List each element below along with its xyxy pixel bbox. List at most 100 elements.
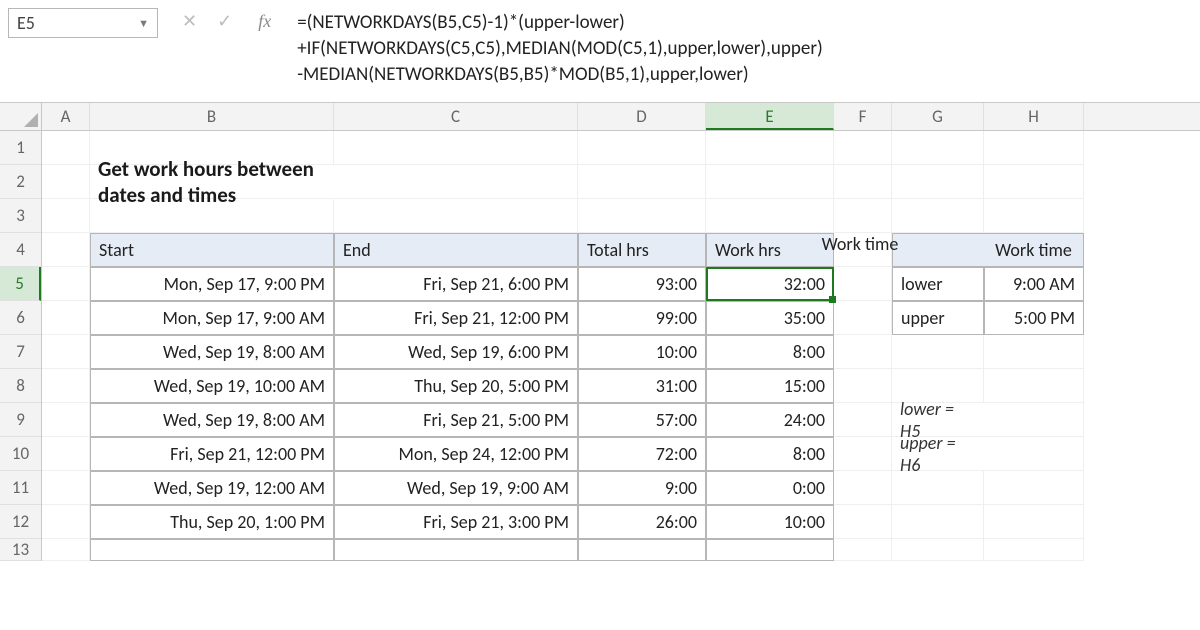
- cell[interactable]: [42, 369, 90, 403]
- worktime-upper-label[interactable]: upper: [892, 301, 984, 335]
- header-total[interactable]: Total hrs: [578, 233, 706, 267]
- cell[interactable]: [834, 233, 892, 267]
- cell-total[interactable]: 26:00: [578, 505, 706, 539]
- cell-total[interactable]: 72:00: [578, 437, 706, 471]
- cell[interactable]: [984, 369, 1084, 403]
- col-header-C[interactable]: C: [334, 103, 578, 130]
- cell[interactable]: [706, 165, 834, 199]
- row-header-3[interactable]: 3: [0, 199, 41, 233]
- cell[interactable]: [42, 233, 90, 267]
- cell[interactable]: [706, 539, 834, 561]
- row-header-6[interactable]: 6: [0, 301, 41, 335]
- cell[interactable]: [42, 131, 90, 165]
- row-header-2[interactable]: 2: [0, 165, 41, 199]
- cell-end[interactable]: Wed, Sep 19, 9:00 AM: [334, 471, 578, 505]
- col-header-D[interactable]: D: [578, 103, 706, 130]
- cell[interactable]: [334, 165, 578, 199]
- cell[interactable]: [42, 165, 90, 199]
- cell-start[interactable]: Thu, Sep 20, 1:00 PM: [90, 505, 334, 539]
- cell-work[interactable]: 15:00: [706, 369, 834, 403]
- cell[interactable]: [42, 335, 90, 369]
- page-title[interactable]: Get work hours between dates and times: [90, 165, 334, 199]
- worktime-upper-val[interactable]: 5:00 PM: [984, 301, 1084, 335]
- cell[interactable]: [834, 335, 892, 369]
- cell-start[interactable]: Wed, Sep 19, 8:00 AM: [90, 403, 334, 437]
- cell[interactable]: [892, 165, 984, 199]
- cell[interactable]: [892, 199, 984, 233]
- row-header-5[interactable]: 5: [0, 267, 41, 301]
- cell-start[interactable]: Fri, Sep 21, 12:00 PM: [90, 437, 334, 471]
- cell[interactable]: [892, 471, 984, 505]
- cell-end[interactable]: Fri, Sep 21, 12:00 PM: [334, 301, 578, 335]
- col-header-B[interactable]: B: [90, 103, 334, 130]
- cell[interactable]: [90, 539, 334, 561]
- cell-work[interactable]: 8:00: [706, 437, 834, 471]
- cell[interactable]: [42, 301, 90, 335]
- cell-start[interactable]: Mon, Sep 17, 9:00 PM: [90, 267, 334, 301]
- cell[interactable]: [334, 131, 578, 165]
- cell[interactable]: [42, 505, 90, 539]
- header-end[interactable]: End: [334, 233, 578, 267]
- cell[interactable]: [706, 131, 834, 165]
- cell-start[interactable]: Mon, Sep 17, 9:00 AM: [90, 301, 334, 335]
- cell[interactable]: [834, 267, 892, 301]
- cell-start[interactable]: Wed, Sep 19, 8:00 AM: [90, 335, 334, 369]
- formula-input[interactable]: =(NETWORKDAYS(B5,C5)-1)*(upper-lower) +I…: [291, 8, 1192, 90]
- cell[interactable]: [892, 539, 984, 561]
- worktime-lower-val[interactable]: 9:00 AM: [984, 267, 1084, 301]
- cell[interactable]: [834, 471, 892, 505]
- cell[interactable]: [834, 199, 892, 233]
- cancel-icon[interactable]: ✕: [182, 10, 197, 32]
- col-header-H[interactable]: H: [984, 103, 1084, 130]
- cell-end[interactable]: Mon, Sep 24, 12:00 PM: [334, 437, 578, 471]
- cell-end[interactable]: Fri, Sep 21, 3:00 PM: [334, 505, 578, 539]
- col-header-E[interactable]: E: [706, 103, 834, 130]
- cell-work[interactable]: 35:00: [706, 301, 834, 335]
- cell[interactable]: [984, 335, 1084, 369]
- select-all-corner[interactable]: [0, 103, 42, 130]
- col-header-F[interactable]: F: [834, 103, 892, 130]
- worktime-header2[interactable]: Work time: [984, 233, 1084, 267]
- cell[interactable]: [984, 131, 1084, 165]
- cell[interactable]: [984, 505, 1084, 539]
- fx-icon[interactable]: fx: [258, 11, 271, 32]
- cells-area[interactable]: Get work hours between dates and times S…: [42, 131, 1200, 561]
- cell[interactable]: [334, 539, 578, 561]
- dropdown-icon[interactable]: ▼: [138, 17, 149, 30]
- cell[interactable]: [90, 199, 334, 233]
- cell[interactable]: [578, 539, 706, 561]
- cell-total[interactable]: 99:00: [578, 301, 706, 335]
- note-upper[interactable]: upper = H6: [892, 437, 984, 471]
- cell[interactable]: [42, 199, 90, 233]
- cell[interactable]: [42, 437, 90, 471]
- cell-total[interactable]: 10:00: [578, 335, 706, 369]
- row-header-13[interactable]: 13: [0, 539, 41, 561]
- row-header-10[interactable]: 10: [0, 437, 41, 471]
- cell[interactable]: [834, 403, 892, 437]
- cell[interactable]: [984, 437, 1084, 471]
- worktime-lower-label[interactable]: lower: [892, 267, 984, 301]
- cell[interactable]: [578, 131, 706, 165]
- cell[interactable]: [706, 199, 834, 233]
- cell-work[interactable]: 0:00: [706, 471, 834, 505]
- cell-total[interactable]: 9:00: [578, 471, 706, 505]
- worktime-header[interactable]: [892, 233, 984, 267]
- cell-start[interactable]: Wed, Sep 19, 10:00 AM: [90, 369, 334, 403]
- cell-end[interactable]: Fri, Sep 21, 6:00 PM: [334, 267, 578, 301]
- cell[interactable]: [892, 505, 984, 539]
- row-header-12[interactable]: 12: [0, 505, 41, 539]
- cell-total[interactable]: 57:00: [578, 403, 706, 437]
- cell[interactable]: [42, 403, 90, 437]
- col-header-G[interactable]: G: [892, 103, 984, 130]
- cell[interactable]: [984, 539, 1084, 561]
- cell-total[interactable]: 31:00: [578, 369, 706, 403]
- cell[interactable]: [834, 505, 892, 539]
- cell-end[interactable]: Fri, Sep 21, 5:00 PM: [334, 403, 578, 437]
- cell-end[interactable]: Thu, Sep 20, 5:00 PM: [334, 369, 578, 403]
- header-work[interactable]: Work hrs: [706, 233, 834, 267]
- cell[interactable]: [892, 335, 984, 369]
- cell[interactable]: [578, 199, 706, 233]
- cell-total[interactable]: 93:00: [578, 267, 706, 301]
- cell[interactable]: [42, 539, 90, 561]
- cell[interactable]: [834, 437, 892, 471]
